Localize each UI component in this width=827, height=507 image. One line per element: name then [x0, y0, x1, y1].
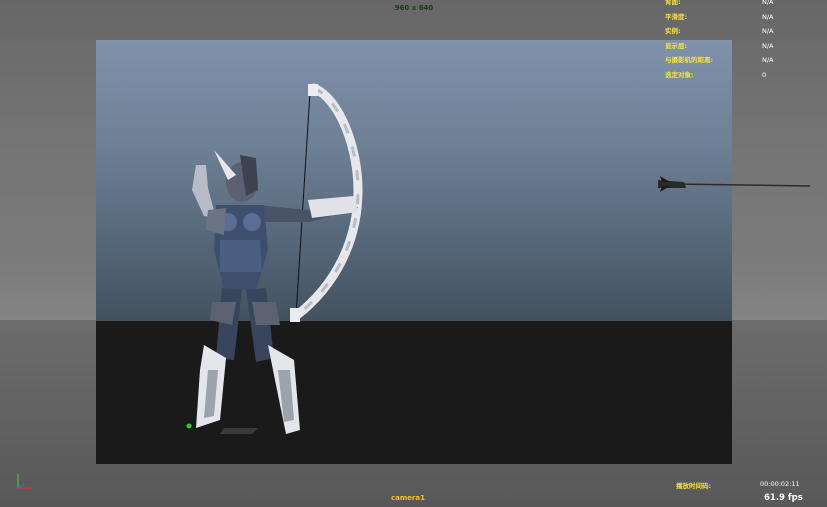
hud-value-backface: N/A — [762, 0, 774, 6]
resolution-gate[interactable]: 960 x 640 — [96, 40, 732, 464]
hud-label-display-layer: 显示层: — [665, 41, 688, 50]
playback-timecode-label: 播放时间码: — [676, 482, 712, 490]
resolution-text: 960 x 640 — [394, 4, 434, 12]
axis-gizmo-icon — [17, 474, 32, 489]
hud-label-instance: 实例: — [665, 27, 681, 35]
hud-value-display-layer: N/A — [762, 41, 774, 50]
archer-character-model[interactable] — [96, 40, 732, 464]
hud-label-camera-distance: 与摄影机的距离: — [665, 56, 714, 64]
frame-rate-readout: 61.9 fps — [764, 493, 803, 503]
hud-value-column: N/A N/A N/A N/A N/A 0 — [762, 0, 774, 82]
hud-value-selected-objects: 0 — [762, 70, 767, 79]
pivot-point-icon[interactable] — [186, 423, 192, 429]
camera-name-label: camera1 — [391, 494, 425, 502]
hud-label-backface: 背面: — [665, 0, 681, 6]
archer-body — [192, 150, 358, 434]
arrow-projectile-model[interactable] — [650, 170, 820, 194]
hud-value-smoothness: N/A — [762, 12, 774, 21]
hud-value-instance: N/A — [762, 27, 774, 35]
hud-label-column: 背面: 平滑度: 实例: 显示层: 与摄影机的距离: 选定对象: — [665, 0, 713, 82]
ground-shadow-decal — [220, 428, 258, 434]
hud-label-smoothness: 平滑度: — [665, 12, 688, 21]
playback-timecode-value: 00:00:02:11 — [760, 480, 800, 488]
hud-label-selected-objects: 选定对象: — [665, 70, 694, 79]
hud-value-camera-distance: N/A — [762, 56, 774, 64]
